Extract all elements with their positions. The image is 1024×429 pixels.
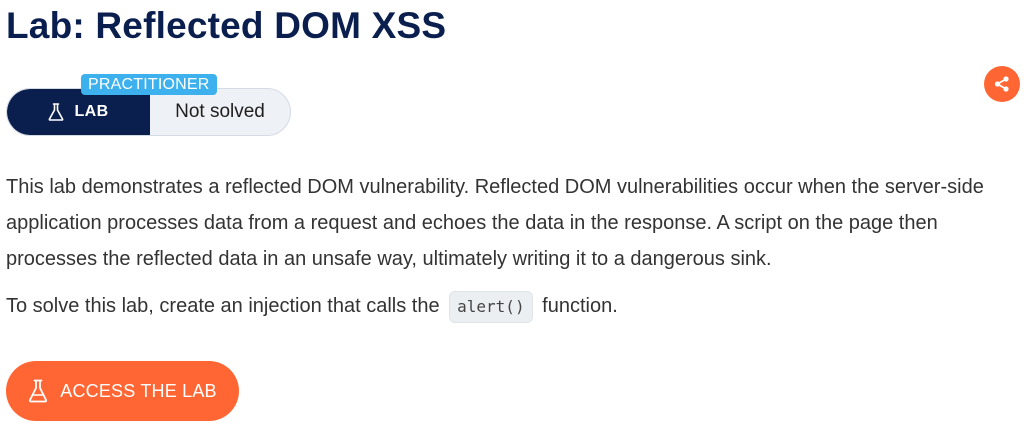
solve-suffix: function.: [542, 295, 618, 317]
flask-icon: [29, 379, 48, 403]
level-tag: PRACTITIONER: [81, 74, 217, 95]
lab-status-segment: Not solved: [150, 89, 290, 135]
share-button[interactable]: [984, 66, 1020, 102]
lab-badge: PRACTITIONER LAB Not solved: [6, 74, 296, 138]
flask-icon: [49, 103, 64, 121]
access-lab-button[interactable]: ACCESS THE LAB: [6, 361, 239, 421]
lab-description: This lab demonstrates a reflected DOM vu…: [6, 176, 984, 270]
page-title: Lab: Reflected DOM XSS: [6, 5, 447, 46]
lab-status-text: Not solved: [175, 101, 265, 122]
solve-instruction: To solve this lab, create an injection t…: [6, 288, 618, 324]
solve-prefix: To solve this lab, create an injection t…: [6, 295, 440, 317]
code-snippet: alert(): [449, 290, 533, 323]
lab-page: Lab: Reflected DOM XSS PRACTITIONER LAB …: [0, 0, 1024, 429]
lab-type-segment: LAB: [7, 89, 150, 135]
lab-status-pill: LAB Not solved: [6, 88, 291, 136]
share-icon: [994, 76, 1009, 92]
lab-type-label: LAB: [74, 103, 109, 120]
access-lab-label: ACCESS THE LAB: [60, 380, 217, 401]
